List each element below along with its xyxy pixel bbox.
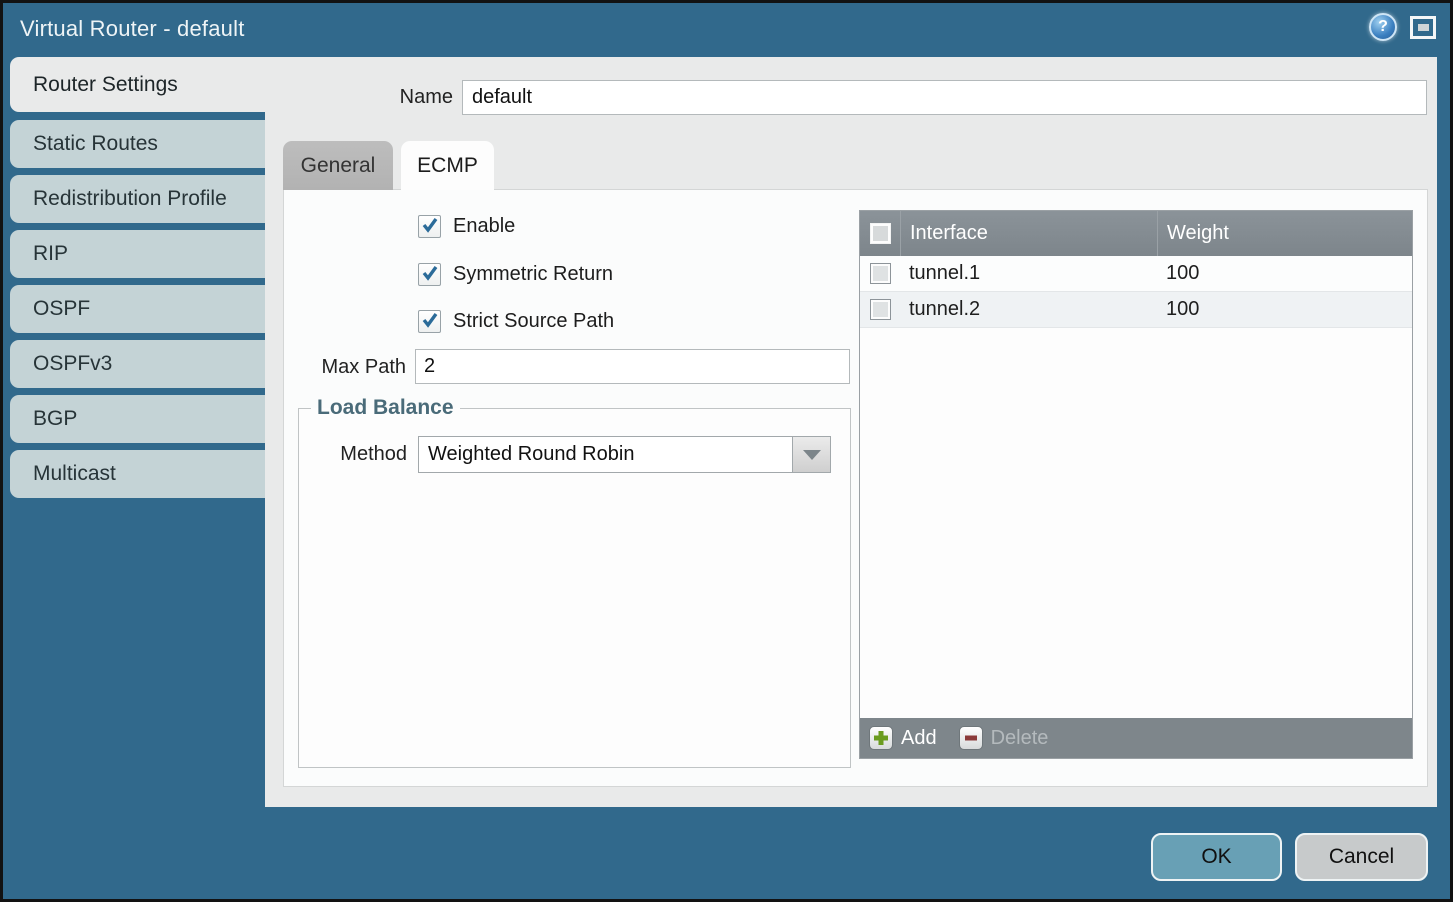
method-dropdown-button[interactable] — [792, 437, 830, 472]
strict-source-path-row: Strict Source Path — [418, 308, 614, 334]
name-input[interactable] — [462, 80, 1427, 115]
symmetric-return-label: Symmetric Return — [453, 263, 613, 286]
sidebar-item-label: Static Routes — [33, 132, 158, 156]
virtual-router-dialog: Virtual Router - default ? Router Settin… — [3, 3, 1450, 899]
enable-checkbox[interactable] — [418, 215, 441, 238]
tab-ecmp[interactable]: ECMP — [401, 141, 494, 190]
row-checkbox-cell — [860, 299, 900, 320]
ecmp-tab-content: Enable Symmetric Return Strict Source Pa… — [283, 189, 1428, 787]
select-all-checkbox[interactable] — [870, 223, 891, 244]
checkmark-icon — [421, 311, 439, 329]
load-balance-fieldset: Load Balance Method Weighted Round Robin — [298, 396, 851, 768]
sidebar-item-label: Redistribution Profile — [33, 187, 227, 211]
table-header: Interface Weight — [860, 211, 1412, 256]
interface-column-header: Interface — [900, 211, 1157, 256]
strict-source-path-label: Strict Source Path — [453, 310, 614, 333]
sidebar: Router Settings Static Routes Redistribu… — [3, 57, 265, 505]
delete-button-label: Delete — [991, 727, 1049, 750]
dialog-title: Virtual Router - default — [3, 16, 245, 42]
dialog-footer: OK Cancel — [1151, 833, 1428, 881]
sidebar-item-label: Multicast — [33, 462, 116, 486]
sidebar-item-label: RIP — [33, 242, 68, 266]
title-bar: Virtual Router - default ? — [3, 3, 1450, 55]
tab-bar: General ECMP — [283, 141, 494, 190]
delete-button[interactable]: Delete — [959, 726, 1049, 750]
sidebar-item-redistribution-profile[interactable]: Redistribution Profile — [10, 175, 265, 223]
titlebar-icons: ? — [1369, 13, 1436, 41]
checkmark-icon — [421, 264, 439, 282]
row-checkbox[interactable] — [870, 263, 891, 284]
help-glyph: ? — [1378, 18, 1388, 36]
symmetric-return-checkbox[interactable] — [418, 263, 441, 286]
tab-label: General — [301, 154, 376, 178]
tab-label: ECMP — [417, 154, 478, 178]
max-path-input[interactable] — [415, 349, 850, 384]
sidebar-item-static-routes[interactable]: Static Routes — [10, 120, 265, 168]
add-button[interactable]: Add — [869, 726, 937, 750]
max-path-label: Max Path — [284, 356, 406, 379]
table-row[interactable]: tunnel.2 100 — [860, 292, 1412, 328]
symmetric-return-row: Symmetric Return — [418, 261, 613, 287]
sidebar-item-router-settings[interactable]: Router Settings — [10, 57, 265, 112]
table-empty-area — [860, 328, 1412, 718]
minus-icon — [959, 726, 983, 750]
enable-label: Enable — [453, 215, 515, 238]
load-balance-legend: Load Balance — [311, 396, 460, 420]
table-footer: Add Delete — [860, 718, 1412, 758]
strict-source-path-checkbox[interactable] — [418, 310, 441, 333]
sidebar-item-label: OSPF — [33, 297, 90, 321]
ok-button[interactable]: OK — [1151, 833, 1282, 881]
chevron-down-icon — [803, 450, 821, 460]
row-checkbox-cell — [860, 263, 900, 284]
sidebar-item-label: BGP — [33, 407, 77, 431]
restore-window-icon-inner — [1418, 24, 1429, 31]
table-row[interactable]: tunnel.1 100 — [860, 256, 1412, 292]
sidebar-item-ospf[interactable]: OSPF — [10, 285, 265, 333]
sidebar-item-rip[interactable]: RIP — [10, 230, 265, 278]
method-dropdown-value: Weighted Round Robin — [419, 443, 792, 466]
name-label: Name — [265, 86, 462, 109]
sidebar-item-bgp[interactable]: BGP — [10, 395, 265, 443]
interface-cell: tunnel.2 — [900, 298, 1157, 321]
main-panel: Name General ECMP Enable Symmetric Retur… — [265, 57, 1437, 807]
help-icon[interactable]: ? — [1369, 13, 1397, 41]
ecmp-interface-table: Interface Weight tunnel.1 100 tunnel.2 1… — [859, 210, 1413, 759]
method-label: Method — [299, 443, 418, 466]
restore-window-icon[interactable] — [1410, 16, 1436, 39]
weight-column-header: Weight — [1157, 211, 1412, 256]
sidebar-item-multicast[interactable]: Multicast — [10, 450, 265, 498]
add-button-label: Add — [901, 727, 937, 750]
method-dropdown[interactable]: Weighted Round Robin — [418, 436, 831, 473]
checkmark-icon — [421, 216, 439, 234]
sidebar-item-ospfv3[interactable]: OSPFv3 — [10, 340, 265, 388]
sidebar-item-label: Router Settings — [33, 73, 178, 97]
sidebar-item-label: OSPFv3 — [33, 352, 112, 376]
tab-general[interactable]: General — [283, 141, 393, 190]
enable-row: Enable — [418, 213, 515, 239]
method-row: Method Weighted Round Robin — [299, 436, 850, 473]
plus-icon — [869, 726, 893, 750]
interface-cell: tunnel.1 — [900, 262, 1157, 285]
name-row: Name — [265, 79, 1427, 115]
weight-cell: 100 — [1157, 298, 1412, 321]
cancel-button[interactable]: Cancel — [1295, 833, 1428, 881]
select-all-cell — [860, 223, 900, 244]
row-checkbox[interactable] — [870, 299, 891, 320]
weight-cell: 100 — [1157, 262, 1412, 285]
